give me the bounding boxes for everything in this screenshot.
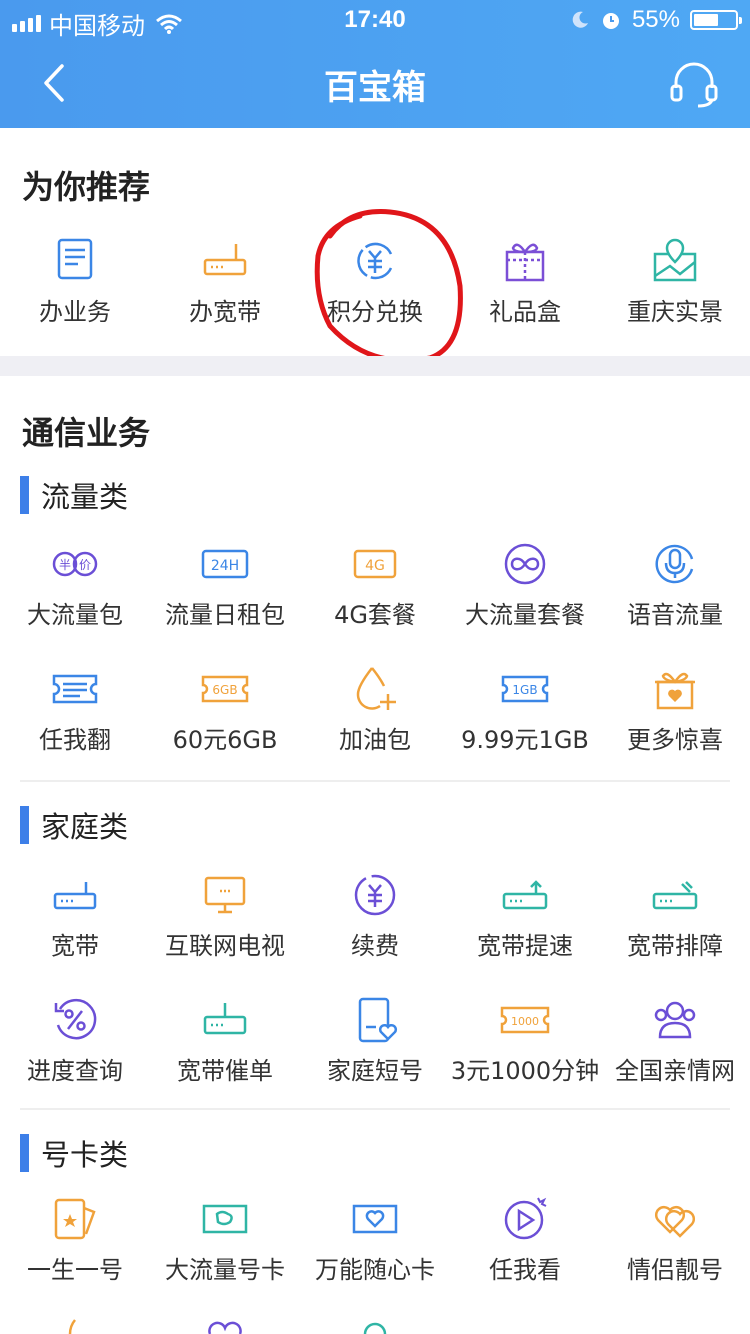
map-location-icon (653, 238, 697, 282)
item-999-1gb[interactable]: 1GB 9.99元1GB (450, 650, 600, 775)
recommend-item-gift[interactable]: 礼品盒 (450, 222, 600, 347)
drop-plus-icon (356, 667, 396, 710)
item-more-surprise[interactable]: 更多惊喜 (600, 650, 750, 775)
card-category-header: 号卡类 (20, 1134, 128, 1172)
couple-hearts-icon (654, 1205, 696, 1238)
item-big-data-plan[interactable]: 大流量套餐 (450, 525, 600, 650)
family-shortnum-icon (358, 997, 397, 1043)
divider (20, 1108, 730, 1110)
24h-icon: 24H (201, 549, 249, 579)
microphone-icon (655, 544, 694, 584)
ticket-icon (52, 674, 98, 704)
sim-heart-icon (352, 1204, 398, 1234)
battery-icon (690, 10, 742, 30)
recommend-item-points[interactable]: 积分兑换 (300, 222, 450, 347)
recommend-grid: 办业务 办宽带 积分兑换 礼品盒 重庆实景 (0, 222, 750, 347)
divider (20, 780, 730, 782)
item-broadband-repair[interactable]: 宽带排障 (600, 856, 750, 981)
item-progress-query[interactable]: 进度查询 (0, 981, 150, 1106)
card-category-grid: 一生一号 大流量号卡 万能随心卡 任我看 情侣靓号 (0, 1180, 750, 1305)
customer-service-icon[interactable] (668, 58, 720, 110)
item-universal-card[interactable]: 万能随心卡 (300, 1180, 450, 1305)
accent-bar (20, 476, 29, 514)
data-category-header: 流量类 (20, 476, 128, 514)
item-60-6gb[interactable]: 6GB 60元6GB (150, 650, 300, 775)
item-big-data-card[interactable]: 大流量号卡 (150, 1180, 300, 1305)
item-family-network[interactable]: 全国亲情网 (600, 981, 750, 1106)
item-renwofan[interactable]: 任我翻 (0, 650, 150, 775)
star-card-icon (54, 1198, 96, 1240)
user-icon (363, 1322, 387, 1334)
item-broadband-speedup[interactable]: 宽带提速 (450, 856, 600, 981)
tv-icon (204, 876, 246, 914)
progress-query-icon (54, 998, 97, 1040)
play-icon (504, 1197, 547, 1240)
svg-text:半: 半 (59, 558, 71, 572)
battery-percent: 55% (631, 6, 680, 33)
page-title: 百宝箱 (324, 68, 426, 108)
status-bar: 中国移动 17:40 55% (0, 0, 750, 40)
broadband-icon (53, 882, 97, 910)
points-exchange-icon (357, 242, 393, 280)
svg-text:1GB: 1GB (512, 683, 537, 697)
section-gap (0, 356, 750, 376)
app-header: 中国移动 17:40 55% 百宝箱 (0, 0, 750, 128)
broadband-urge-icon (203, 1003, 247, 1035)
renew-icon (354, 874, 396, 916)
item-broadband[interactable]: 宽带 (0, 856, 150, 981)
svg-text:4G: 4G (365, 558, 385, 574)
item-lifetime-number[interactable]: 一生一号 (0, 1180, 150, 1305)
accent-bar (20, 1134, 29, 1172)
moon-icon (572, 11, 588, 28)
4g-icon: 4G (353, 549, 397, 579)
data-category-grid: 半 价 大流量包 24H 流量日租包 4G 4G套餐 大流量套餐 语音流量 任我… (0, 525, 750, 775)
accent-bar (20, 806, 29, 844)
recommend-item-broadband[interactable]: 办宽带 (150, 222, 300, 347)
router-icon (203, 244, 247, 276)
svg-text:24H: 24H (211, 558, 239, 574)
recommend-item-chongqing[interactable]: 重庆实景 (600, 222, 750, 347)
broadband-speedup-icon (502, 880, 548, 910)
6gb-ticket-icon: 6GB (201, 675, 249, 703)
item-big-data-pack[interactable]: 半 价 大流量包 (0, 525, 150, 650)
flame-icon (68, 1319, 76, 1334)
alarm-icon (602, 13, 619, 29)
item-couple-number[interactable]: 情侣靓号 (600, 1180, 750, 1305)
heart-icon (208, 1321, 242, 1334)
item-internet-tv[interactable]: 互联网电视 (150, 856, 300, 981)
item-watch-all[interactable]: 任我看 (450, 1180, 600, 1305)
item-renew[interactable]: 续费 (300, 856, 450, 981)
infinity-icon (504, 543, 546, 585)
svg-text:1000: 1000 (511, 1015, 539, 1028)
surprise-gift-icon (655, 672, 695, 710)
sim-map-icon (202, 1204, 248, 1234)
item-family-shortnum[interactable]: 家庭短号 (300, 981, 450, 1106)
broadband-repair-icon (652, 881, 698, 910)
recommend-title: 为你推荐 (22, 168, 151, 206)
half-price-icon: 半 价 (52, 551, 98, 577)
1000-minutes-icon: 1000 (500, 1006, 550, 1034)
item-4g-plan[interactable]: 4G 4G套餐 (300, 525, 450, 650)
item-daily-rent[interactable]: 24H 流量日租包 (150, 525, 300, 650)
family-network-icon (654, 1001, 696, 1039)
svg-text:6GB: 6GB (212, 683, 237, 697)
item-refuel-pack[interactable]: 加油包 (300, 650, 450, 775)
telecom-title: 通信业务 (22, 414, 151, 452)
document-icon (57, 238, 93, 280)
family-category-grid: 宽带 互联网电视 续费 宽带提速 宽带排障 进度查询 宽带催单 家庭短号 100… (0, 856, 750, 1106)
family-category-header: 家庭类 (20, 806, 128, 844)
1gb-ticket-icon: 1GB (501, 675, 549, 703)
svg-text:价: 价 (79, 558, 91, 572)
item-3yuan-1000min[interactable]: 1000 3元1000分钟 (450, 981, 600, 1106)
recommend-item-business[interactable]: 办业务 (0, 222, 150, 347)
item-broadband-urge[interactable]: 宽带催单 (150, 981, 300, 1106)
item-voice-data[interactable]: 语音流量 (600, 525, 750, 650)
gift-box-icon (505, 243, 545, 282)
